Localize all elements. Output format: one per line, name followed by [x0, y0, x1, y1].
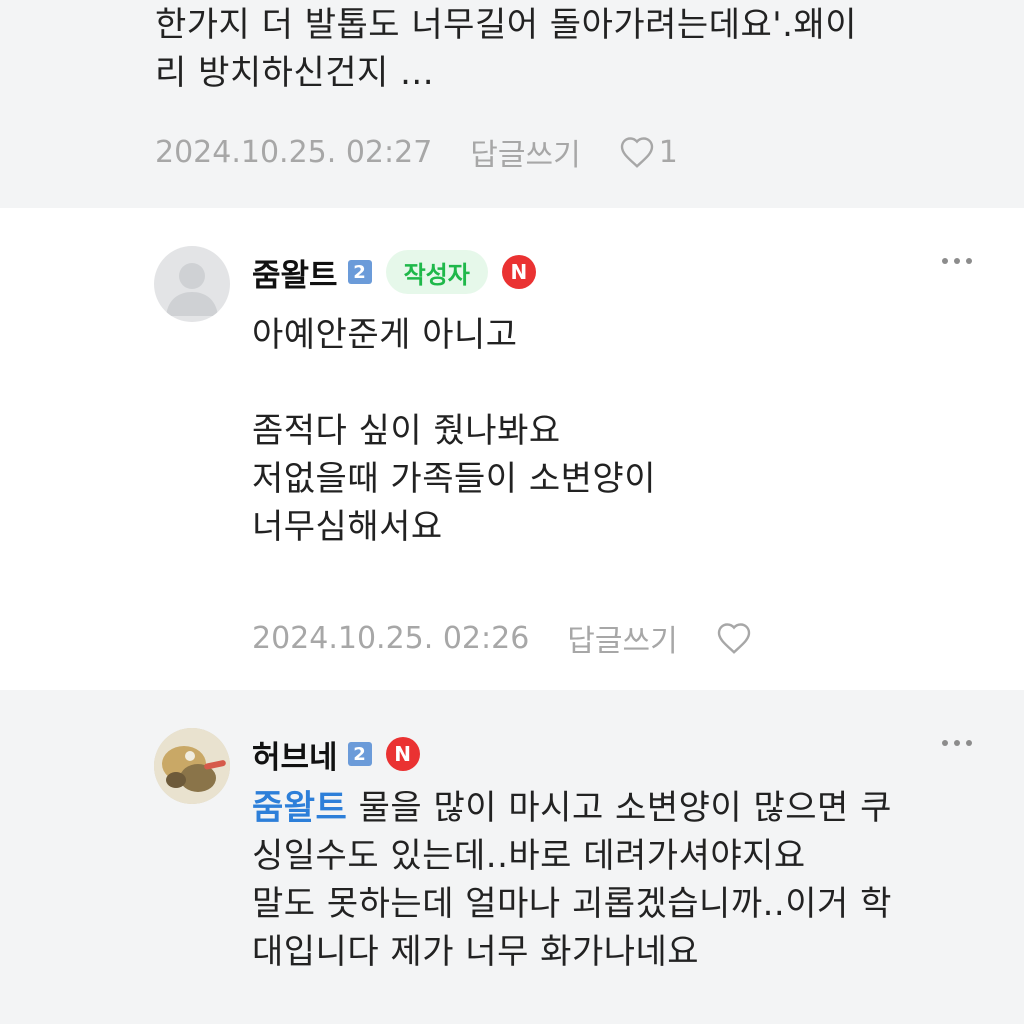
- new-badge-icon: N: [385, 737, 420, 771]
- comment-item: 줌왈트 2 작성자 N 아예안준게 아니고 좀적다 싶이 줬나봐요 저없을때 가…: [0, 208, 1024, 690]
- more-icon[interactable]: [942, 740, 972, 746]
- comment-header: 줌왈트 2 작성자 N: [252, 248, 536, 296]
- profile-photo: [154, 728, 230, 804]
- comment-date: 2024.10.25. 02:26: [252, 620, 530, 656]
- heart-icon: [620, 137, 653, 168]
- avatar[interactable]: [154, 246, 230, 322]
- heart-icon: [717, 623, 750, 654]
- more-icon[interactable]: [942, 258, 972, 264]
- avatar[interactable]: [154, 728, 230, 804]
- comment-date: 2024.10.25. 02:27: [155, 134, 433, 170]
- default-avatar-icon: [166, 263, 218, 316]
- reply-button[interactable]: 답글쓰기: [470, 130, 580, 174]
- author-badge: 작성자: [385, 250, 488, 294]
- nickname[interactable]: 허브네: [252, 732, 338, 777]
- like-button[interactable]: [716, 621, 752, 655]
- level-badge-icon: 2: [347, 742, 372, 766]
- comment-text: 아예안준게 아니고 좀적다 싶이 줬나봐요 저없을때 가족들이 소변양이 너무심…: [252, 315, 656, 547]
- comment-meta: 2024.10.25. 02:26 답글쓰기: [252, 614, 752, 662]
- comment-header: 허브네 2 N: [252, 730, 420, 778]
- like-count: 1: [658, 134, 678, 170]
- comment-text: 줌왈트 물을 많이 마시고 소변양이 많으면 쿠 싱일수도 있는데..바로 데려…: [252, 784, 984, 976]
- mention-link[interactable]: 줌왈트: [252, 788, 347, 828]
- comment-item: 한가지 더 발톱도 너무길어 돌아가려는데요'.왜이 리 방치하신건지 ... …: [0, 0, 1024, 208]
- level-badge-icon: 2: [347, 260, 372, 284]
- comment-meta: 2024.10.25. 02:27 답글쓰기 1: [155, 128, 678, 176]
- comment-text-body: 물을 많이 마시고 소변양이 많으면 쿠 싱일수도 있는데..바로 데려가셔야지…: [252, 788, 892, 972]
- comment-text: 한가지 더 발톱도 너무길어 돌아가려는데요'.왜이 리 방치하신건지 ...: [155, 5, 857, 93]
- reply-button[interactable]: 답글쓰기: [567, 616, 677, 660]
- like-button[interactable]: 1: [619, 135, 678, 170]
- new-badge-icon: N: [501, 255, 536, 289]
- comment-item: 허브네 2 N 줌왈트 물을 많이 마시고 소변양이 많으면 쿠 싱일수도 있는…: [0, 690, 1024, 1024]
- nickname[interactable]: 줌왈트: [252, 250, 338, 295]
